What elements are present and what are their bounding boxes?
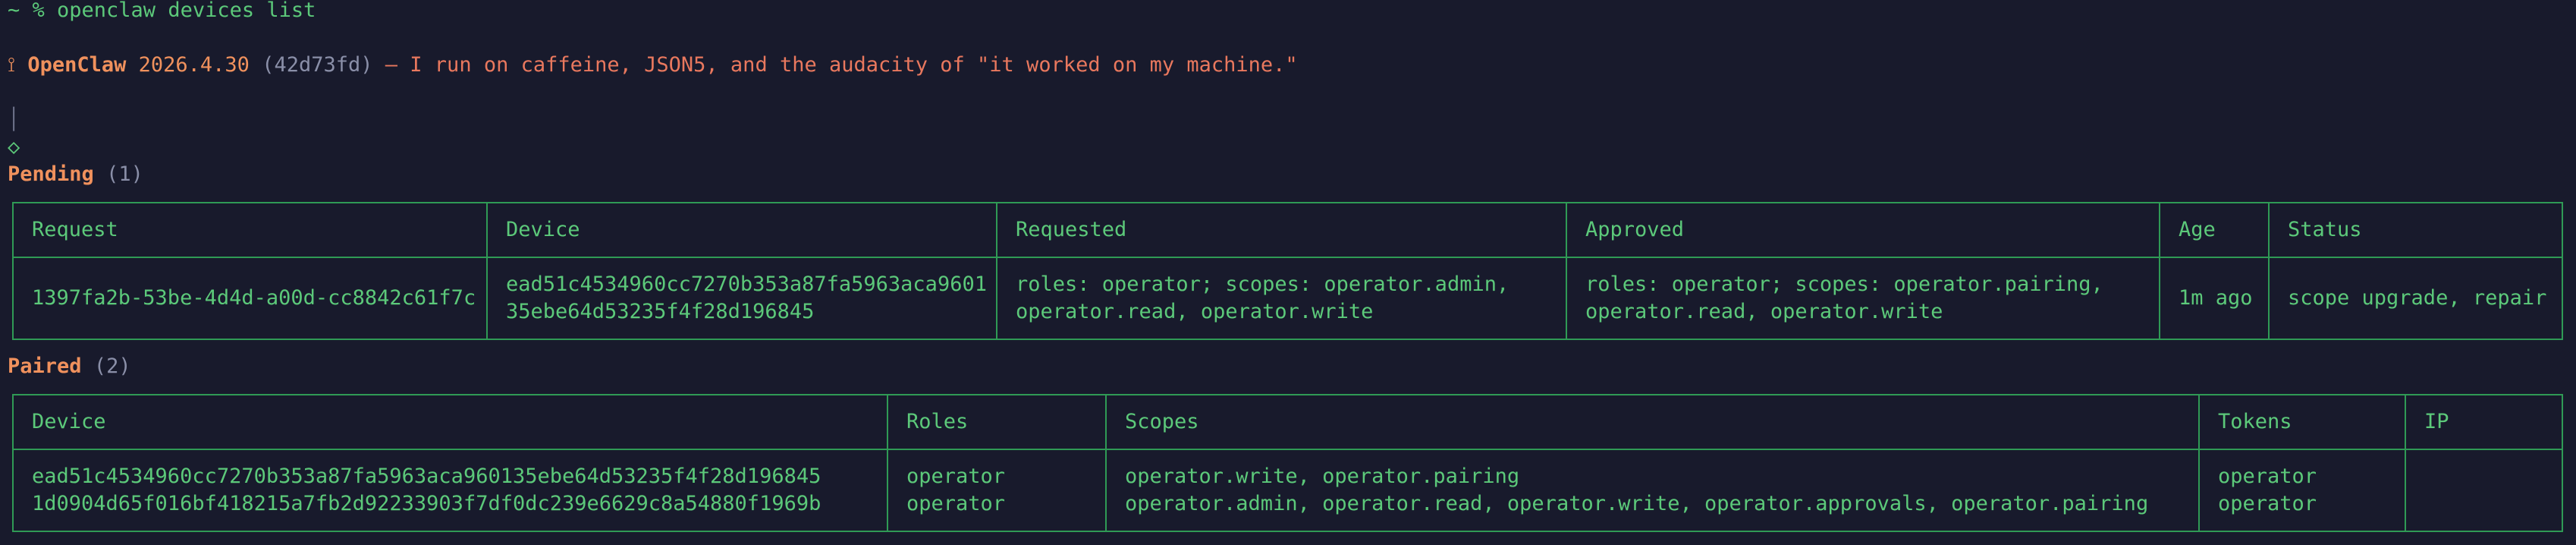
pending-table: Request Device Requested Approved Age St… [12, 202, 2563, 340]
pending-header-row: Request Device Requested Approved Age St… [12, 202, 2563, 258]
command-prompt: ~ % openclaw devices list [8, 0, 316, 22]
banner-line: ⟟ OpenClaw 2026.4.30 (42d73fd) — I run o… [8, 52, 1298, 79]
approved-scopes: roles: operator; scopes: operator.pairin… [1566, 257, 2160, 340]
commit-hash: (42d73fd) [262, 53, 373, 77]
lobster-claw-icon: ⟟ [8, 53, 16, 77]
col-header-request: Request [12, 202, 488, 258]
request-status: scope upgrade, repair [2268, 257, 2563, 340]
request-id: 1397fa2b-53be-4d4d-a00d-cc8842c61f7c [12, 257, 488, 340]
table-row: 1397fa2b-53be-4d4d-a00d-cc8842c61f7c ead… [12, 257, 2563, 340]
terminal-window: ~ % openclaw devices list ⟟ OpenClaw 202… [0, 0, 2576, 545]
tree-node-icon: ◇ [8, 135, 20, 159]
col-header-ip: IP [2405, 394, 2563, 450]
device-id: ead51c4534960cc7270b353a87fa5963aca9601 … [486, 257, 997, 340]
table-row: ead51c4534960cc7270b353a87fa5963aca96013… [12, 449, 2563, 532]
col-header-age: Age [2159, 202, 2270, 258]
col-header-device: Device [12, 394, 888, 450]
request-age: 1m ago [2159, 257, 2270, 340]
paired-ip [2405, 449, 2563, 532]
paired-title: Paired [8, 354, 82, 378]
tree-bar: │ [8, 108, 20, 131]
col-header-status: Status [2268, 202, 2563, 258]
pending-title: Pending [8, 162, 94, 186]
col-header-roles: Roles [887, 394, 1107, 450]
pending-section-heading: Pending (1) [8, 161, 143, 188]
paired-scopes: operator.write, operator.pairing operato… [1105, 449, 2200, 532]
app-name: OpenClaw [27, 53, 127, 77]
pending-count: (1) [106, 162, 143, 186]
paired-header-row: Device Roles Scopes Tokens IP [12, 394, 2563, 450]
col-header-scopes: Scopes [1105, 394, 2200, 450]
tagline: — I run on caffeine, JSON5, and the auda… [385, 53, 1298, 77]
app-version: 2026.4.30 [138, 53, 250, 77]
col-header-requested: Requested [996, 202, 1567, 258]
paired-section-heading: Paired (2) [8, 353, 131, 380]
paired-tokens: operator operator [2198, 449, 2406, 532]
paired-count: (2) [93, 354, 131, 378]
paired-roles: operator operator [887, 449, 1107, 532]
col-header-approved: Approved [1566, 202, 2160, 258]
paired-table: Device Roles Scopes Tokens IP ead51c4534… [12, 394, 2563, 532]
col-header-device: Device [486, 202, 997, 258]
col-header-tokens: Tokens [2198, 394, 2406, 450]
requested-scopes: roles: operator; scopes: operator.admin,… [996, 257, 1567, 340]
paired-devices: ead51c4534960cc7270b353a87fa5963aca96013… [12, 449, 888, 532]
